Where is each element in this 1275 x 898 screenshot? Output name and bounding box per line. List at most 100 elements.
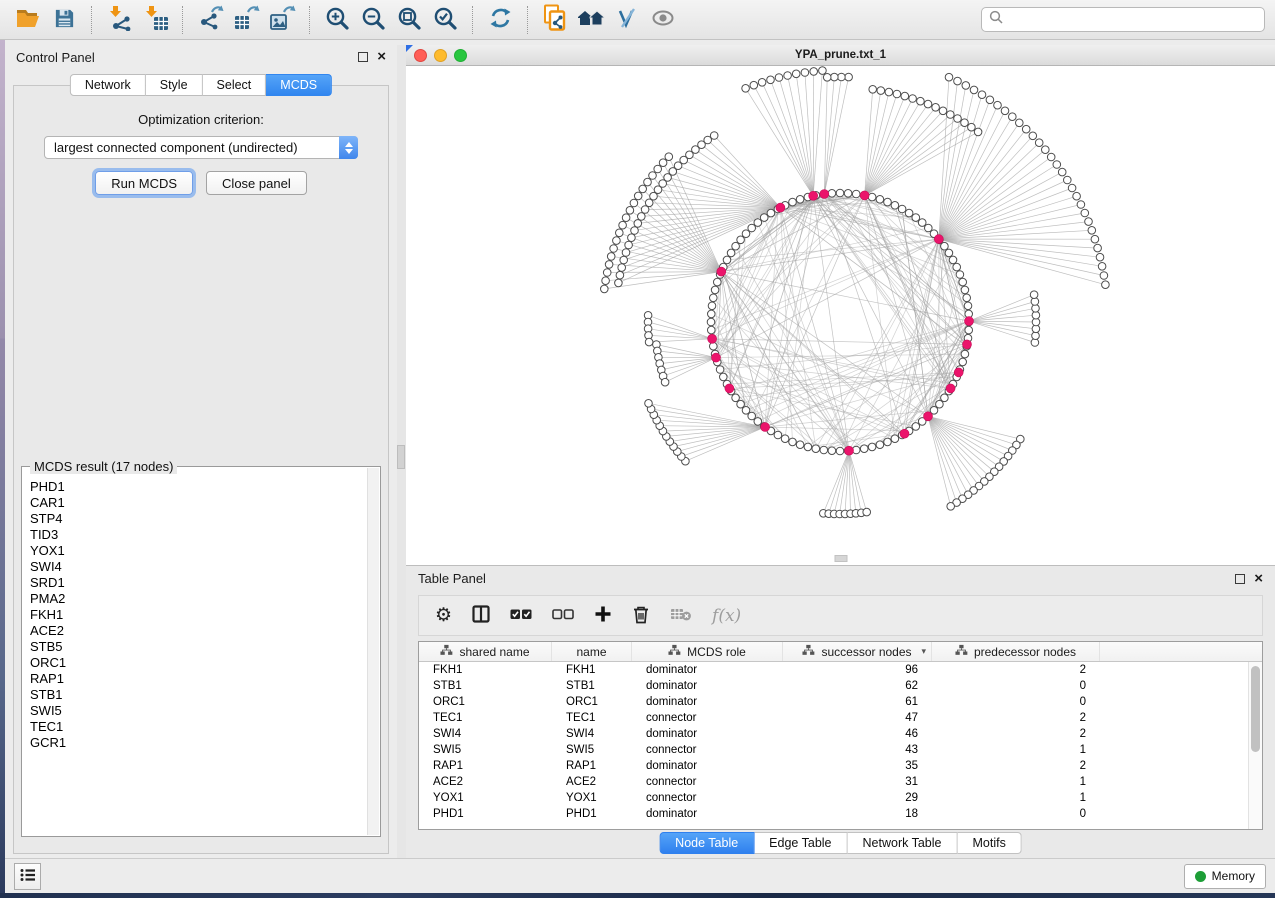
graph-leaf-node[interactable] <box>823 74 831 82</box>
tab-select[interactable]: Select <box>203 74 267 96</box>
cell-shared-name[interactable]: YOX1 <box>419 792 552 804</box>
search-box[interactable] <box>981 7 1265 32</box>
deselect-all-button[interactable] <box>552 601 574 631</box>
cell-shared-name[interactable]: ORC1 <box>419 696 552 708</box>
zoom-fit-button[interactable] <box>391 4 427 36</box>
mcds-result-scrollbar[interactable] <box>367 468 379 835</box>
graph-leaf-node[interactable] <box>801 69 809 77</box>
cell-successor-nodes[interactable]: 96 <box>783 664 932 676</box>
tab-node-table[interactable]: Node Table <box>659 832 754 854</box>
cell-shared-name[interactable]: TEC1 <box>419 712 552 724</box>
graph-node[interactable] <box>723 256 731 264</box>
graph-leaf-node[interactable] <box>1085 218 1093 226</box>
graph-leaf-node[interactable] <box>810 68 818 76</box>
graph-node[interactable] <box>912 214 920 222</box>
graph-leaf-node[interactable] <box>1077 201 1085 209</box>
cell-predecessor-nodes[interactable]: 2 <box>932 728 1100 740</box>
graph-leaf-node[interactable] <box>750 81 758 89</box>
graph-mcds-node[interactable] <box>845 446 854 455</box>
column-header-name[interactable]: name <box>552 642 632 661</box>
graph-leaf-node[interactable] <box>784 72 792 80</box>
graph-leaf-node[interactable] <box>603 269 611 277</box>
graph-mcds-node[interactable] <box>708 334 717 343</box>
mcds-result-item[interactable]: ACE2 <box>30 623 366 639</box>
import-table-button[interactable] <box>137 4 173 36</box>
graph-leaf-node[interactable] <box>620 256 628 264</box>
graph-node[interactable] <box>754 418 762 426</box>
graph-node[interactable] <box>732 242 740 250</box>
graph-node[interactable] <box>891 202 899 210</box>
graph-node[interactable] <box>884 198 892 206</box>
graph-leaf-node[interactable] <box>1030 291 1038 299</box>
graph-node[interactable] <box>912 423 920 431</box>
graph-mcds-node[interactable] <box>946 384 955 393</box>
mcds-result-item[interactable]: PHD1 <box>30 479 366 495</box>
graph-node[interactable] <box>868 443 876 451</box>
table-scrollbar[interactable] <box>1248 662 1262 829</box>
cell-successor-nodes[interactable]: 43 <box>783 744 932 756</box>
cell-name[interactable]: ACE2 <box>552 776 632 788</box>
graph-node[interactable] <box>789 198 797 206</box>
graph-node[interactable] <box>708 310 716 318</box>
graph-node[interactable] <box>884 438 892 446</box>
graph-leaf-node[interactable] <box>622 214 630 222</box>
graph-mcds-node[interactable] <box>900 429 909 438</box>
delete-column-button[interactable] <box>632 601 650 631</box>
graph-node[interactable] <box>860 445 868 453</box>
graph-leaf-node[interactable] <box>978 91 986 99</box>
graph-node[interactable] <box>708 302 716 310</box>
graph-node[interactable] <box>945 249 953 257</box>
graph-mcds-node[interactable] <box>761 423 770 432</box>
show-all-button[interactable] <box>645 4 681 36</box>
graph-mcds-node[interactable] <box>954 368 963 377</box>
cell-name[interactable]: YOX1 <box>552 792 632 804</box>
cell-shared-name[interactable]: SWI4 <box>419 728 552 740</box>
table-row[interactable]: SWI5SWI5connector431 <box>419 742 1248 758</box>
graph-node[interactable] <box>868 193 876 201</box>
mcds-result-item[interactable]: YOX1 <box>30 543 366 559</box>
graph-leaf-node[interactable] <box>819 67 827 75</box>
cell-predecessor-nodes[interactable]: 0 <box>932 696 1100 708</box>
column-header-successor-nodes[interactable]: successor nodes▾ <box>783 642 932 661</box>
graph-leaf-node[interactable] <box>618 264 626 272</box>
graph-leaf-node[interactable] <box>616 229 624 237</box>
graph-leaf-node[interactable] <box>625 241 633 249</box>
graph-node[interactable] <box>964 302 972 310</box>
graph-leaf-node[interactable] <box>893 90 901 98</box>
cell-name[interactable]: STB1 <box>552 680 632 692</box>
cell-predecessor-nodes[interactable]: 2 <box>932 664 1100 676</box>
graph-leaf-node[interactable] <box>885 88 893 96</box>
graph-leaf-node[interactable] <box>831 73 839 81</box>
network-graph-canvas[interactable] <box>406 66 1275 565</box>
graph-leaf-node[interactable] <box>601 285 609 293</box>
table-settings-button[interactable]: ⚙ <box>435 601 452 631</box>
graph-node[interactable] <box>720 373 728 381</box>
graph-leaf-node[interactable] <box>1073 192 1081 200</box>
cell-predecessor-nodes[interactable]: 1 <box>932 776 1100 788</box>
graph-leaf-node[interactable] <box>1042 146 1050 154</box>
cell-mcds-role[interactable]: dominator <box>632 696 783 708</box>
graph-node[interactable] <box>748 412 756 420</box>
cell-name[interactable]: ORC1 <box>552 696 632 708</box>
graph-leaf-node[interactable] <box>1094 244 1102 252</box>
tab-network[interactable]: Network <box>70 74 146 96</box>
graph-leaf-node[interactable] <box>954 77 962 85</box>
graph-leaf-node[interactable] <box>626 207 634 215</box>
cell-mcds-role[interactable]: connector <box>632 744 783 756</box>
cell-shared-name[interactable]: PHD1 <box>419 808 552 820</box>
show-columns-button[interactable] <box>472 601 490 631</box>
tab-network-table[interactable]: Network Table <box>848 832 958 854</box>
graph-node[interactable] <box>710 294 718 302</box>
close-panel-button[interactable]: Close panel <box>206 171 307 195</box>
graph-node[interactable] <box>828 190 836 198</box>
graph-node[interactable] <box>959 358 967 366</box>
graph-leaf-node[interactable] <box>605 261 613 269</box>
column-header-shared-name[interactable]: shared name <box>419 642 552 661</box>
graph-leaf-node[interactable] <box>986 96 994 104</box>
close-window-button[interactable] <box>414 49 427 62</box>
graph-mcds-node[interactable] <box>860 191 869 200</box>
graph-node[interactable] <box>789 438 797 446</box>
graph-leaf-node[interactable] <box>1098 263 1106 271</box>
graph-node[interactable] <box>956 271 964 279</box>
first-neighbors-button[interactable] <box>573 4 609 36</box>
